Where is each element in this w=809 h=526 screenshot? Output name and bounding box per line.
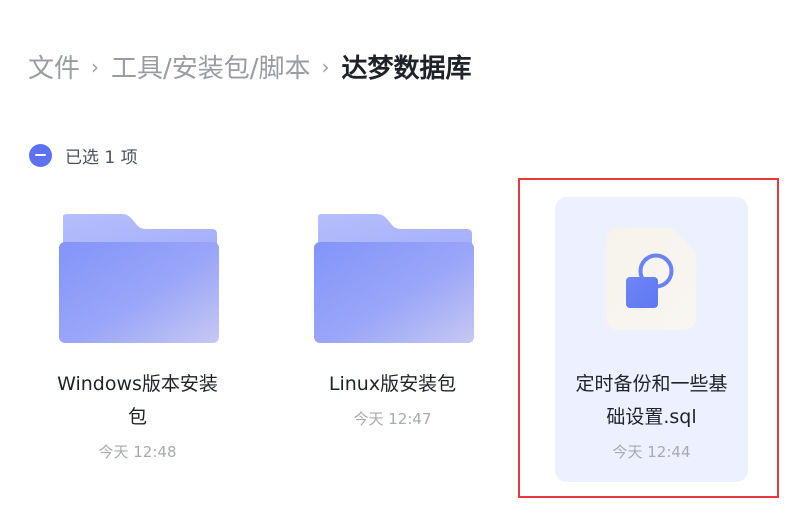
sql-file-icon bbox=[606, 228, 696, 330]
chevron-right-icon: › bbox=[321, 55, 330, 79]
file-browser-page: 文件 › 工具/安装包/脚本 › 达梦数据库 已选 1 项 Windows版本安… bbox=[0, 0, 809, 526]
file-item-sql[interactable]: 定时备份和一些基础设置.sql 今天 12:44 bbox=[555, 197, 748, 482]
breadcrumb-item-tools[interactable]: 工具/安装包/脚本 bbox=[111, 48, 311, 85]
breadcrumb-current-folder: 达梦数据库 bbox=[341, 53, 472, 84]
folder-item-windows-installer[interactable]: Windows版本安装包 今天 12:48 bbox=[41, 197, 234, 482]
folder-icon bbox=[314, 214, 474, 343]
item-modified-time: 今天 12:48 bbox=[98, 443, 177, 461]
item-modified-time: 今天 12:47 bbox=[353, 410, 432, 428]
item-name: Windows版本安装包 bbox=[57, 373, 218, 428]
item-name: 定时备份和一些基础设置.sql bbox=[575, 373, 728, 428]
selection-count: 已选 1 项 bbox=[65, 147, 138, 168]
item-name: Linux版安装包 bbox=[328, 373, 457, 395]
breadcrumb-item-files[interactable]: 文件 bbox=[28, 48, 80, 85]
selection-bar: 已选 1 项 bbox=[29, 142, 138, 168]
chevron-right-icon: › bbox=[91, 55, 100, 79]
breadcrumb: 文件 › 工具/安装包/脚本 › 达梦数据库 bbox=[28, 46, 472, 86]
folder-item-linux-installer[interactable]: Linux版安装包 今天 12:47 bbox=[296, 197, 489, 482]
folder-icon bbox=[59, 214, 219, 343]
minus-circle-icon[interactable] bbox=[29, 143, 52, 167]
item-modified-time: 今天 12:44 bbox=[612, 443, 691, 461]
